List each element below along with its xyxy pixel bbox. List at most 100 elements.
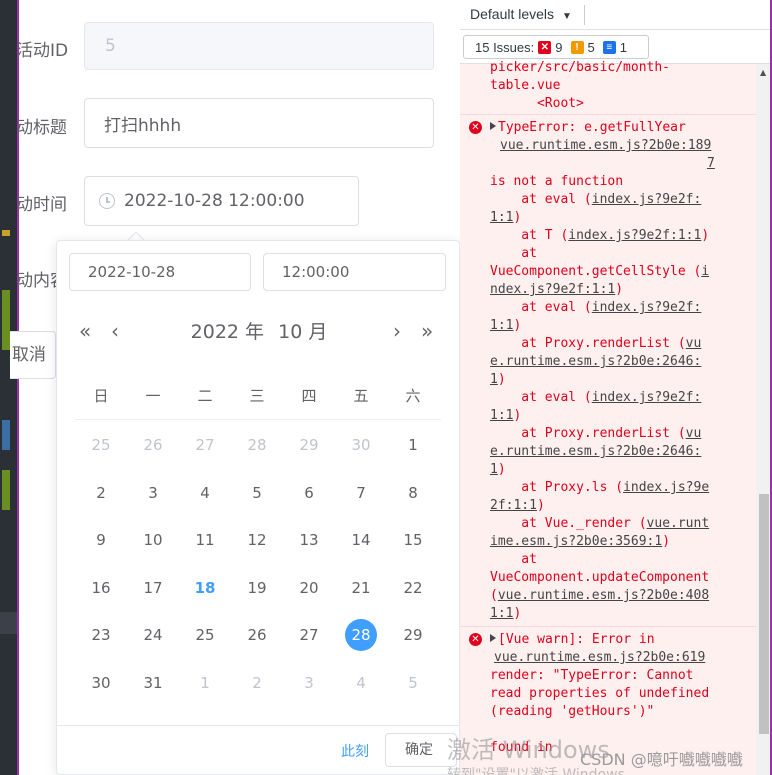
day-cell[interactable]: 31: [127, 667, 179, 699]
warn-source-link[interactable]: vue.runtime.esm.js?2b0e:619: [494, 649, 705, 667]
stack-source-link[interactable]: 1:1: [490, 408, 513, 423]
stack-source-link[interactable]: 1:1: [490, 606, 513, 621]
day-cell[interactable]: 29: [387, 619, 439, 651]
error-source-link-wrap[interactable]: 7: [707, 155, 715, 173]
error-head[interactable]: TypeError: e.getFullYear: [490, 119, 686, 137]
day-cell[interactable]: 4: [179, 477, 231, 509]
day-cell[interactable]: 14: [335, 524, 387, 556]
day-cell[interactable]: 26: [127, 429, 179, 461]
stack-source-link[interactable]: e.runtime.esm.js?2b0e:2646:: [490, 354, 701, 369]
stack-source-link[interactable]: index.js?9e: [623, 480, 709, 495]
weekday-label: 一: [145, 387, 161, 405]
next-month-button[interactable]: ›: [393, 319, 401, 343]
id-input[interactable]: 5: [84, 22, 434, 70]
day-number: 21: [351, 578, 371, 597]
stack-source-link[interactable]: 1: [490, 372, 498, 387]
issues-button[interactable]: 15 Issues: ✕ 9 ! 5 ≡ 1: [463, 35, 649, 59]
next-year-button[interactable]: »: [421, 319, 433, 343]
day-cell[interactable]: 22: [387, 572, 439, 604]
day-cell[interactable]: 2: [75, 477, 127, 509]
stack-line: 1:1): [490, 408, 522, 423]
day-cell[interactable]: 28: [335, 619, 387, 651]
stack-source-link[interactable]: ime.esm.js?2b0e:3569:1: [490, 534, 662, 549]
datetime-input[interactable]: 2022-10-28 12:00:00: [84, 176, 359, 226]
day-cell[interactable]: 1: [387, 429, 439, 461]
day-cell[interactable]: 23: [75, 619, 127, 651]
stack-source-link[interactable]: index.js?9e2f:: [592, 192, 702, 207]
day-cell[interactable]: 29: [283, 429, 335, 461]
day-cell[interactable]: 9: [75, 524, 127, 556]
stack-source-link[interactable]: 2f:1:1: [490, 498, 537, 513]
stack-source-link[interactable]: i: [701, 264, 709, 279]
day-cell[interactable]: 5: [387, 667, 439, 699]
warn-line: read properties of undefined: [490, 686, 710, 701]
day-cell[interactable]: 27: [283, 619, 335, 651]
scroll-up-icon[interactable]: ▲: [760, 68, 766, 77]
stack-line: 2f:1:1): [490, 498, 545, 513]
stack-source-link[interactable]: index.js?9e2f:1:1: [568, 228, 701, 243]
day-cell[interactable]: 8: [387, 477, 439, 509]
day-cell[interactable]: 30: [335, 429, 387, 461]
day-cell[interactable]: 19: [231, 572, 283, 604]
stack-source-link[interactable]: 1:1: [490, 318, 513, 333]
stack-line: at: [490, 246, 537, 261]
stack-source-link[interactable]: ndex.js?9e2f:1:1: [490, 282, 615, 297]
day-cell[interactable]: 26: [231, 619, 283, 651]
error-source-link[interactable]: vue.runtime.esm.js?2b0e:189: [500, 137, 711, 155]
day-cell[interactable]: 24: [127, 619, 179, 651]
day-number: 18: [194, 578, 216, 597]
stack-source-link[interactable]: vue.runtime.esm.js?2b0e:408: [498, 588, 709, 603]
stack-source-link[interactable]: index.js?9e2f:: [592, 390, 702, 405]
day-cell[interactable]: 6: [283, 477, 335, 509]
day-cell[interactable]: 3: [127, 477, 179, 509]
cancel-button[interactable]: 取消: [10, 331, 56, 379]
day-cell[interactable]: 28: [231, 429, 283, 461]
log-levels-dropdown[interactable]: Default levels ▼: [470, 6, 572, 22]
day-cell[interactable]: 20: [283, 572, 335, 604]
day-cell[interactable]: 12: [231, 524, 283, 556]
warn-head[interactable]: [Vue warn]: Error in: [490, 631, 655, 649]
issues-warning-count: 5: [587, 39, 595, 55]
month-label[interactable]: 10 月: [278, 321, 327, 343]
day-cell[interactable]: 13: [283, 524, 335, 556]
stack-source-link[interactable]: vu: [686, 336, 702, 351]
day-cell[interactable]: 25: [179, 619, 231, 651]
title-input[interactable]: 打扫hhhh: [84, 98, 434, 148]
log-levels-label: Default levels: [470, 6, 555, 22]
day-cell[interactable]: 3: [283, 667, 335, 699]
now-button[interactable]: 此刻: [341, 741, 369, 761]
stack-source-link[interactable]: vue.runt: [647, 516, 710, 531]
day-cell[interactable]: 18: [179, 572, 231, 604]
day-number: 1: [408, 436, 418, 454]
day-cell[interactable]: 21: [335, 572, 387, 604]
stack-source-link[interactable]: index.js?9e2f:: [592, 300, 702, 315]
day-cell[interactable]: 30: [75, 667, 127, 699]
year-label[interactable]: 2022 年: [191, 321, 264, 343]
stack-source-link[interactable]: vu: [686, 426, 702, 441]
day-cell[interactable]: 4: [335, 667, 387, 699]
stack-line: at Proxy.renderList (vu: [490, 426, 702, 441]
day-cell[interactable]: 25: [75, 429, 127, 461]
picker-time-input[interactable]: 12:00:00: [263, 253, 446, 291]
stack-line: at Vue._render (vue.runt: [490, 516, 710, 531]
scrollbar-thumb[interactable]: [759, 494, 769, 734]
stack-source-link[interactable]: e.runtime.esm.js?2b0e:2646:: [490, 444, 701, 459]
day-cell[interactable]: 1: [179, 667, 231, 699]
day-cell[interactable]: 2: [231, 667, 283, 699]
day-cell[interactable]: 16: [75, 572, 127, 604]
day-cell[interactable]: 27: [179, 429, 231, 461]
day-cell[interactable]: 15: [387, 524, 439, 556]
day-cell[interactable]: 11: [179, 524, 231, 556]
day-cell[interactable]: 7: [335, 477, 387, 509]
stack-source-link[interactable]: 1:1: [490, 210, 513, 225]
day-cell[interactable]: 10: [127, 524, 179, 556]
picker-date-input[interactable]: 2022-10-28: [69, 253, 251, 291]
console-toolbar: Default levels ▼: [460, 0, 772, 30]
stack-line: at Proxy.ls (index.js?9e: [490, 480, 710, 495]
day-number: 15: [403, 531, 423, 549]
stack-source-link[interactable]: 1: [490, 462, 498, 477]
day-number: 22: [403, 578, 423, 597]
day-number: 9: [96, 531, 106, 549]
day-cell[interactable]: 5: [231, 477, 283, 509]
day-cell[interactable]: 17: [127, 572, 179, 604]
